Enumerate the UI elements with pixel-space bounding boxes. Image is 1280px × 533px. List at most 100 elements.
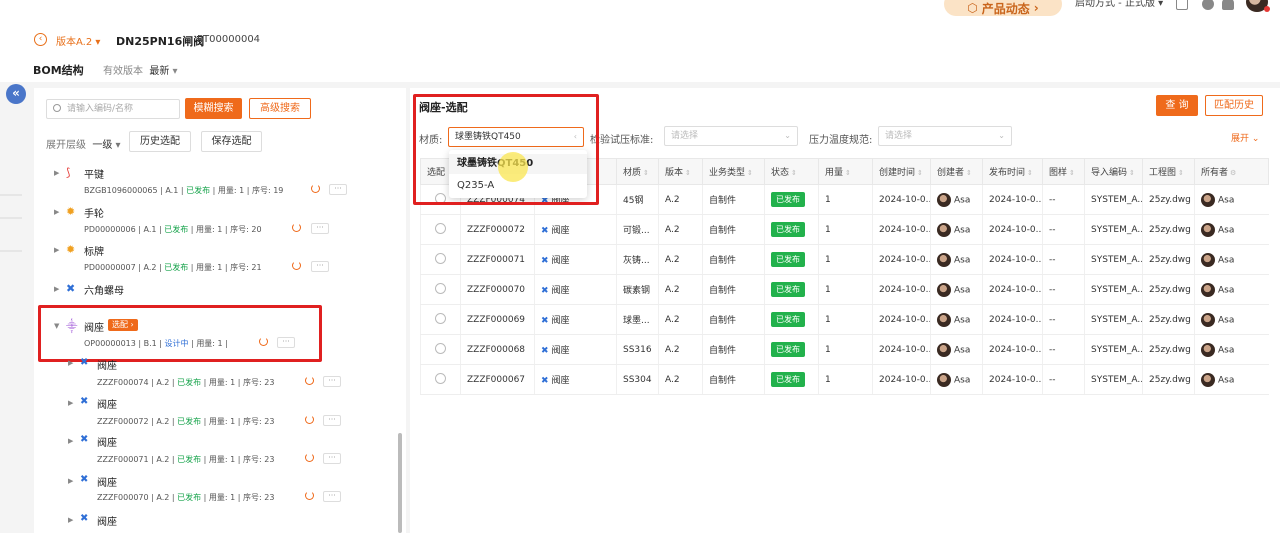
sync-icon[interactable] [305,491,314,500]
expand-filters-link[interactable]: 展开 ⌄ [1231,131,1259,144]
tree-item-name[interactable]: 阀座 [97,357,117,372]
col-header[interactable]: 发布时间 ⇕ [982,158,1043,185]
expand-caret-icon[interactable]: ▶ [68,477,73,485]
more-button[interactable]: ··· [311,223,329,234]
expand-caret-icon[interactable]: ▶ [68,516,73,524]
cell-import-code: SYSTEM_A... [1084,364,1143,395]
col-header[interactable]: 导入编码 ⇕ [1084,158,1143,185]
tree-item-name[interactable]: 六角螺母 [84,282,124,297]
col-header[interactable]: 材质 ⇕ [616,158,659,185]
sort-icon[interactable]: ⇕ [1069,169,1075,177]
more-button[interactable]: ··· [323,491,341,502]
back-icon[interactable]: ‹ [34,33,47,46]
col-header[interactable]: 状态 ⇕ [764,158,819,185]
tree-item-name[interactable]: 标牌 [84,243,104,258]
rail-divider [0,250,22,252]
expand-caret-icon[interactable]: ▶ [54,169,59,177]
table-row[interactable]: ZZZF000071 ✖ 阀座 灰铸... A.2 自制件 已发布 1 2024-10-0...… [420,244,1269,275]
expand-level-select[interactable]: 展开层级 一级 ▾ [46,136,121,151]
avatar [1201,342,1215,357]
table-row[interactable]: ZZZF000072 ✖ 阀座 可锻... A.2 自制件 已发布 1 2024-10-0...… [420,214,1269,245]
col-header[interactable]: 版本 ⇕ [658,158,703,185]
table-row[interactable]: ZZZF000068 ✖ 阀座 SS316 A.2 自制件 已发布 1 2024-10-0...… [420,334,1269,365]
select-radio[interactable] [435,342,446,354]
select-radio[interactable] [435,372,446,384]
sync-icon[interactable] [292,261,301,270]
table-row[interactable]: ZZZF000069 ✖ 阀座 球墨... A.2 自制件 已发布 1 2024-10-0...… [420,304,1269,335]
select-radio[interactable] [435,312,446,324]
col-header[interactable]: 工程图 ⇕ [1142,158,1195,185]
cell-drawing[interactable]: 25zy.dwg [1142,274,1195,305]
more-button[interactable]: ··· [323,415,341,426]
sort-icon[interactable]: ⇕ [845,169,851,177]
more-button[interactable]: ··· [323,376,341,387]
tree-item-name[interactable]: 阀座 [97,434,117,449]
expand-caret-icon[interactable]: ▶ [54,285,59,293]
tree-scrollbar[interactable] [398,433,402,533]
bell-icon[interactable] [1222,0,1234,10]
select-radio[interactable] [435,282,446,294]
sync-icon[interactable] [311,184,320,193]
col-header[interactable]: 业务类型 ⇕ [702,158,765,185]
query-button[interactable]: 查 询 [1156,95,1198,116]
tree-item-name[interactable]: 阀座 [97,396,117,411]
advanced-search-button[interactable]: 高级搜索 [249,98,311,119]
sync-icon[interactable] [292,223,301,232]
cell-version: A.2 [658,214,703,245]
gear-icon[interactable]: ⚙ [1230,169,1236,177]
expand-caret-icon[interactable]: ▶ [54,246,59,254]
table-row[interactable]: ZZZF000067 ✖ 阀座 SS304 A.2 自制件 已发布 1 2024-10-0...… [420,364,1269,395]
tree-item-name[interactable]: 平键 [84,166,104,181]
cell-biz-type: 自制件 [702,214,765,245]
collapse-icon[interactable]: « [6,84,26,104]
sync-icon[interactable] [305,376,314,385]
more-button[interactable]: ··· [329,184,347,195]
cell-drawing[interactable]: 25zy.dwg [1142,364,1195,395]
fuzzy-search-button[interactable]: 模糊搜索 [185,98,242,119]
cell-drawing[interactable]: 25zy.dwg [1142,304,1195,335]
sort-icon[interactable]: ⇕ [685,169,691,177]
expand-caret-icon[interactable]: ▶ [54,208,59,216]
sort-icon[interactable]: ⇕ [791,169,797,177]
cell-drawing[interactable]: 25zy.dwg [1142,244,1195,275]
match-history-button[interactable]: 匹配历史 [1205,95,1263,116]
pressure-spec-select[interactable]: 请选择 ⌄ [878,126,1012,146]
cell-drawing[interactable]: 25zy.dwg [1142,334,1195,365]
col-header[interactable]: 创建者 ⇕ [930,158,983,185]
expand-caret-icon[interactable]: ▶ [68,359,73,367]
sort-icon[interactable]: ⇕ [643,169,649,177]
cell-drawing[interactable]: 25zy.dwg [1142,184,1195,215]
sync-icon[interactable] [305,415,314,424]
sort-icon[interactable]: ⇕ [1178,169,1184,177]
sort-icon[interactable]: ⇕ [1129,169,1135,177]
save-select-button[interactable]: 保存选配 [201,131,262,152]
expand-caret-icon[interactable]: ▶ [68,399,73,407]
more-button[interactable]: ··· [311,261,329,272]
select-radio[interactable] [435,222,446,234]
more-button[interactable]: ··· [323,453,341,464]
tree-item-name[interactable]: 阀座 [97,513,117,528]
tree-item-name[interactable]: 手轮 [84,205,104,220]
sort-icon[interactable]: ⇕ [747,169,753,177]
search-input[interactable]: 请输入编码/名称 [46,99,180,119]
sort-icon[interactable]: ⇕ [1027,169,1033,177]
test-standard-select[interactable]: 请选择 ⌄ [664,126,798,146]
table-row[interactable]: ZZZF000070 ✖ 阀座 碳素钢 A.2 自制件 已发布 1 2024-10-0... As… [420,274,1269,305]
version-select[interactable]: 版本A.2 ▾ [56,33,100,48]
col-header[interactable]: 创建时间 ⇕ [872,158,931,185]
launch-mode-select[interactable]: 启动方式 - 正式版 ▾ [1075,0,1163,10]
expand-caret-icon[interactable]: ▶ [68,437,73,445]
tree-item-name[interactable]: 阀座 [97,474,117,489]
col-header[interactable]: 所有者 ⚙ [1194,158,1269,185]
col-header[interactable]: 图样 ⇕ [1042,158,1085,185]
sort-icon[interactable]: ⇕ [966,169,972,177]
product-news-button[interactable]: ⬡ 产品动态 › [944,0,1062,16]
effective-version-select[interactable]: 有效版本 最新 ▾ [103,62,178,77]
history-select-button[interactable]: 历史选配 [129,131,191,152]
sync-icon[interactable] [305,453,314,462]
select-radio[interactable] [435,252,446,264]
col-header[interactable]: 用量 ⇕ [818,158,873,185]
cell-drawing[interactable]: 25zy.dwg [1142,214,1195,245]
upload-icon[interactable] [1176,0,1188,10]
sort-icon[interactable]: ⇕ [917,169,923,177]
